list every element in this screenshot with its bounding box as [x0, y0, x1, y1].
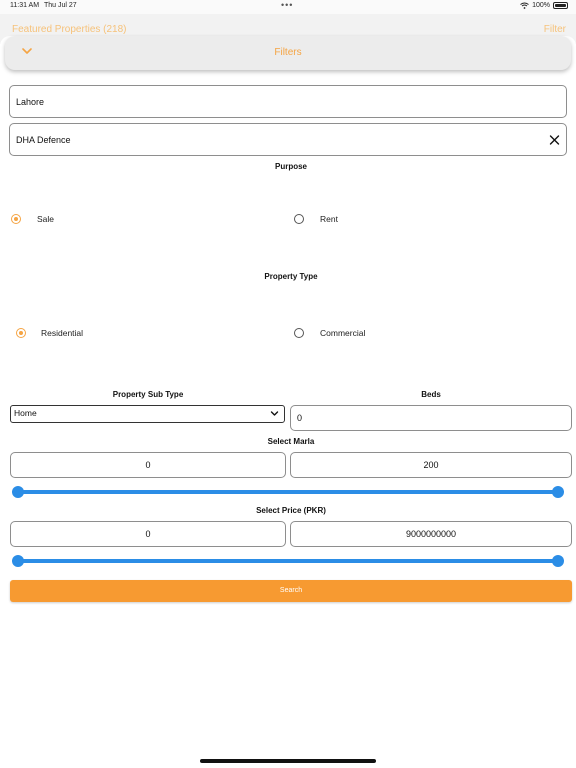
wifi-icon — [520, 2, 529, 9]
property-type-label: Property Type — [264, 272, 318, 281]
clear-icon[interactable] — [549, 134, 560, 145]
city-field[interactable]: Lahore — [9, 85, 567, 118]
purpose-rent-radio[interactable] — [294, 214, 304, 224]
property-type-commercial-radio[interactable] — [294, 328, 304, 338]
status-time: 11:31 AM — [10, 2, 40, 9]
background-filter-action: Filter — [543, 24, 566, 35]
chevron-down-icon — [270, 411, 279, 416]
marla-min-input[interactable]: 0 — [10, 452, 286, 478]
marla-slider-max-thumb[interactable] — [552, 486, 564, 498]
select-price-label: Select Price (PKR) — [256, 506, 326, 515]
marla-max-input[interactable]: 200 — [290, 452, 572, 478]
marla-slider-track — [18, 490, 558, 494]
area-field[interactable]: DHA Defence — [9, 123, 567, 156]
multitasking-dots-icon[interactable]: ••• — [281, 0, 293, 10]
price-max-input[interactable]: 9000000000 — [290, 521, 572, 547]
marla-slider-min-thumb[interactable] — [12, 486, 24, 498]
battery-percent: 100% — [532, 2, 550, 9]
area-value: DHA Defence — [16, 134, 71, 145]
property-sub-type-label: Property Sub Type — [112, 390, 184, 399]
purpose-label: Purpose — [274, 162, 307, 171]
search-button[interactable]: Search — [10, 580, 572, 602]
price-slider-min-thumb[interactable] — [12, 555, 24, 567]
beds-label: Beds — [421, 390, 441, 399]
background-title: Featured Properties (218) — [12, 24, 127, 35]
price-range-slider[interactable] — [12, 555, 564, 567]
battery-icon — [553, 2, 568, 9]
price-min-input[interactable]: 0 — [10, 521, 286, 547]
price-slider-track — [18, 559, 558, 563]
purpose-rent-label[interactable]: Rent — [320, 214, 338, 224]
property-type-residential-radio[interactable] — [16, 328, 26, 338]
marla-min-value: 0 — [145, 460, 151, 470]
property-sub-type-value: Home — [14, 408, 37, 418]
purpose-sale-label[interactable]: Sale — [37, 214, 54, 224]
home-indicator — [200, 759, 376, 763]
status-indicators: 100% — [520, 2, 568, 9]
marla-range-slider[interactable] — [12, 486, 564, 498]
sheet-header: Filters — [5, 36, 571, 70]
purpose-sale-radio[interactable] — [11, 214, 21, 224]
city-value: Lahore — [16, 96, 45, 107]
beds-input[interactable]: 0 — [290, 405, 572, 431]
property-sub-type-select[interactable]: Home — [10, 405, 285, 423]
status-bar: 11:31 AM Thu Jul 27 ••• 100% — [0, 0, 576, 14]
status-date: Thu Jul 27 — [44, 2, 77, 9]
property-type-residential-label[interactable]: Residential — [41, 328, 83, 338]
sheet-title: Filters — [274, 47, 302, 58]
property-type-commercial-label[interactable]: Commercial — [320, 328, 365, 338]
price-slider-max-thumb[interactable] — [552, 555, 564, 567]
price-min-value: 0 — [145, 529, 151, 539]
price-max-value: 9000000000 — [405, 529, 457, 539]
beds-value: 0 — [297, 413, 303, 423]
marla-max-value: 200 — [423, 460, 439, 470]
select-marla-label: Select Marla — [267, 437, 315, 446]
